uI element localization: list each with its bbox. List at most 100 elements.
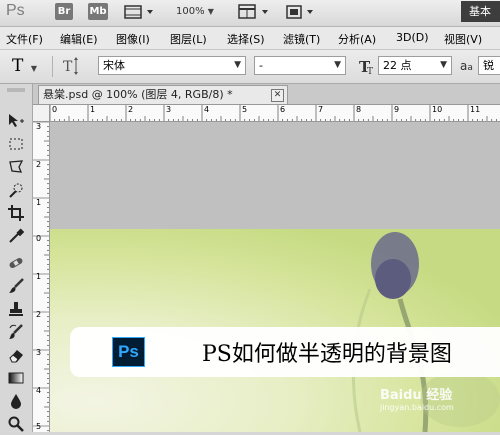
- font-size-value: 22 点: [383, 59, 412, 72]
- banner-title: PS如何做半透明的背景图: [202, 342, 452, 367]
- zoom-level: 100%: [176, 6, 205, 17]
- ruler-label: 11: [470, 105, 481, 114]
- close-icon[interactable]: ✕: [271, 89, 284, 102]
- horizontal-ruler[interactable]: 0 1 2 3 4 5 6 7 8 9 10 11: [50, 105, 500, 122]
- font-size-select[interactable]: 22 点 ▼: [378, 56, 452, 75]
- svg-text:T: T: [367, 67, 373, 75]
- screen-mode-button[interactable]: [285, 4, 317, 23]
- ruler-label: 10: [432, 105, 443, 114]
- chevron-down-icon: ▼: [440, 60, 447, 70]
- quick-selection-tool-button[interactable]: [4, 179, 28, 201]
- eraser-tool-button[interactable]: [4, 344, 28, 366]
- launch-minibridge-button[interactable]: Mb: [88, 3, 108, 20]
- eraser-icon: [9, 350, 23, 363]
- arrange-documents-button[interactable]: [238, 4, 272, 23]
- anti-alias-value: 锐: [483, 59, 494, 72]
- marquee-tool-button[interactable]: [4, 133, 28, 155]
- ruler-label: 5: [242, 105, 248, 114]
- ruler-label: 0: [36, 234, 42, 243]
- tools-panel: [0, 84, 33, 432]
- menu-analysis[interactable]: 分析(A): [338, 31, 376, 47]
- stamp-icon: [9, 302, 23, 316]
- brush-icon: [9, 278, 24, 293]
- ruler-label: 1: [36, 198, 42, 207]
- film-strip-icon: [124, 5, 153, 19]
- gradient-tool-button[interactable]: [4, 367, 28, 389]
- workspace-label: 基本: [469, 5, 491, 18]
- blur-tool-button[interactable]: [4, 390, 28, 412]
- ruler-label: 3: [36, 122, 42, 131]
- menu-image[interactable]: 图像(I): [116, 31, 150, 47]
- ruler-label: 2: [128, 105, 134, 114]
- minibridge-label: Mb: [89, 6, 107, 17]
- watermark-url: jingyan.baidu.com: [380, 403, 454, 412]
- menu-layer[interactable]: 图层(L): [170, 31, 207, 47]
- history-brush-tool-button[interactable]: [4, 321, 28, 343]
- ruler-label: 7: [318, 105, 324, 114]
- ruler-label: 6: [280, 105, 286, 114]
- document-canvas[interactable]: Ps PS如何做半透明的背景图 Baidu 经验 jingyan.baidu.c…: [50, 122, 500, 432]
- chevron-down-icon: ▼: [207, 7, 214, 16]
- tool-preset-picker[interactable]: T ▼: [12, 56, 37, 76]
- chevron-down-icon: ▼: [334, 60, 341, 70]
- panel-grip-icon: [4, 86, 28, 94]
- type-tool-icon: T: [12, 56, 24, 76]
- font-family-select[interactable]: 宋体 ▼: [98, 56, 246, 75]
- menu-select[interactable]: 选择(S): [227, 31, 265, 47]
- lasso-tool-button[interactable]: [4, 156, 28, 178]
- ruler-label: 8: [356, 105, 362, 114]
- ruler-label: 4: [204, 105, 210, 114]
- menu-edit[interactable]: 编辑(E): [60, 31, 98, 47]
- bandage-icon: [9, 258, 23, 268]
- font-style-value: -: [259, 59, 263, 72]
- ruler-label: 3: [36, 348, 42, 357]
- zoom-level-dropdown[interactable]: 100% ▼: [176, 6, 214, 17]
- vertical-ruler[interactable]: 3 2 1 0 1 2 3 4 5: [33, 122, 50, 432]
- arrange-documents-icon: [238, 4, 268, 19]
- chevron-down-icon: ▼: [234, 60, 241, 70]
- brush-tool-button[interactable]: [4, 275, 28, 297]
- ruler-label: 2: [36, 160, 42, 169]
- watermark-text: Baidu 经验: [380, 388, 453, 403]
- title-banner: Ps PS如何做半透明的背景图: [70, 327, 500, 377]
- photoshop-badge-icon: Ps: [112, 337, 145, 367]
- screen-mode-icon: [286, 5, 313, 19]
- menu-3d[interactable]: 3D(D): [396, 31, 429, 44]
- document-tab-bar: 悬棠.psd @ 100% (图层 4, RGB/8) * ✕: [33, 84, 500, 105]
- healing-brush-tool-button[interactable]: [4, 252, 28, 274]
- font-size-icon: T T: [358, 57, 376, 78]
- ruler-origin[interactable]: [33, 105, 50, 122]
- menu-bar: 文件(F) 编辑(E) 图像(I) 图层(L) 选择(S) 滤镜(T) 分析(A…: [0, 27, 500, 50]
- quick-selection-icon: [9, 183, 23, 198]
- workspace-switcher-button[interactable]: 基本: [461, 1, 500, 22]
- eyedropper-icon: [9, 228, 25, 243]
- clone-stamp-tool-button[interactable]: [4, 298, 28, 320]
- crop-tool-button[interactable]: [4, 202, 28, 224]
- svg-text:T: T: [63, 59, 73, 75]
- watermark: Baidu 经验 jingyan.baidu.com: [380, 384, 454, 412]
- move-tool-button[interactable]: [4, 110, 28, 132]
- font-style-select[interactable]: - ▼: [254, 56, 346, 75]
- anti-alias-select[interactable]: 锐: [478, 56, 500, 75]
- move-icon: [9, 114, 24, 127]
- history-brush-icon: [9, 324, 23, 339]
- anti-alias-icon: aa: [460, 59, 473, 73]
- ruler-label: 3: [166, 105, 172, 114]
- launch-bridge-button[interactable]: Br: [55, 3, 73, 20]
- menu-filter[interactable]: 滤镜(T): [283, 31, 320, 47]
- chevron-down-icon: ▼: [30, 64, 37, 73]
- eyedropper-tool-button[interactable]: [4, 225, 28, 247]
- view-extras-button[interactable]: [124, 4, 156, 23]
- menu-file[interactable]: 文件(F): [6, 31, 43, 47]
- canvas-gray-region: [50, 122, 500, 229]
- polygonal-lasso-icon: [9, 160, 24, 173]
- menu-view[interactable]: 视图(V): [444, 31, 482, 47]
- toggle-text-orientation-button[interactable]: T: [60, 56, 82, 79]
- ruler-label: 4: [36, 386, 42, 395]
- tool-options-bar: T ▼ T 宋体 ▼ - ▼ T T 22 点 ▼ aa 锐: [0, 50, 500, 84]
- text-orientation-icon: T: [63, 57, 78, 75]
- divider: [52, 56, 53, 77]
- document-tab-title: 悬棠.psd @ 100% (图层 4, RGB/8) *: [43, 88, 233, 101]
- document-tab[interactable]: 悬棠.psd @ 100% (图层 4, RGB/8) * ✕: [38, 85, 288, 104]
- ruler-label: 1: [36, 272, 42, 281]
